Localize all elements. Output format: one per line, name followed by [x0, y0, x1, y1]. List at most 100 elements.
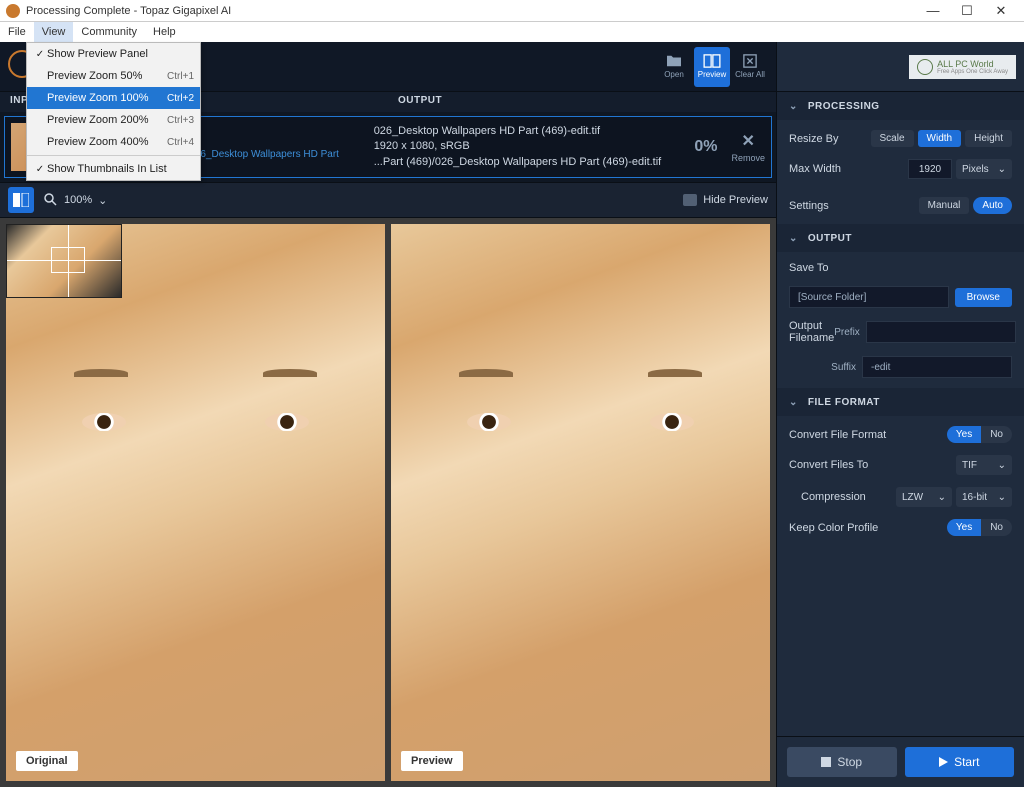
- settings-segmented: Manual Auto: [915, 197, 1012, 214]
- check-icon: ✓: [33, 49, 47, 60]
- menu-zoom-200[interactable]: Preview Zoom 200% Ctrl+3: [27, 109, 200, 131]
- convert-ff-no[interactable]: No: [981, 426, 1012, 443]
- preview-icon: [703, 54, 721, 68]
- play-icon: [939, 757, 948, 767]
- menu-view[interactable]: View: [34, 22, 74, 42]
- panel-top: ALL PC World Free Apps One Click Away: [777, 42, 1024, 92]
- minimize-button[interactable]: —: [916, 3, 950, 18]
- original-label: Original: [16, 751, 78, 771]
- preview-button[interactable]: Preview: [694, 47, 730, 87]
- start-button[interactable]: Start: [905, 747, 1015, 777]
- keep-profile-label: Keep Color Profile: [789, 522, 947, 534]
- save-folder-input[interactable]: [789, 286, 949, 308]
- folder-icon: [665, 54, 683, 68]
- keep-profile-toggle: Yes No: [947, 519, 1012, 536]
- progress-percent: 0%: [694, 138, 717, 156]
- window-title: Processing Complete - Topaz Gigapixel AI: [26, 5, 916, 17]
- bitdepth-select[interactable]: 16-bit ⌄: [956, 487, 1012, 507]
- open-button[interactable]: Open: [656, 47, 692, 87]
- output-filename: 026_Desktop Wallpapers HD Part (469)-edi…: [374, 124, 681, 139]
- action-buttons: Stop Start: [777, 736, 1024, 787]
- convert-ff-yes[interactable]: Yes: [947, 426, 981, 443]
- max-width-label: Max Width: [789, 163, 908, 175]
- title-bar: Processing Complete - Topaz Gigapixel AI…: [0, 0, 1024, 22]
- remove-button[interactable]: ✕ Remove: [732, 131, 766, 163]
- resize-scale[interactable]: Scale: [871, 130, 914, 147]
- resize-by-segmented: Scale Width Height: [867, 130, 1012, 147]
- menu-zoom-400[interactable]: Preview Zoom 400% Ctrl+4: [27, 131, 200, 153]
- suffix-label: Suffix: [816, 362, 856, 373]
- chevron-down-icon: ⌄: [998, 492, 1006, 503]
- menu-file[interactable]: File: [0, 22, 34, 42]
- viewport-box[interactable]: [51, 247, 85, 273]
- output-path: ...Part (469)/026_Desktop Wallpapers HD …: [374, 155, 681, 170]
- settings-panel: ALL PC World Free Apps One Click Away ⌄ …: [776, 42, 1024, 787]
- chevron-down-icon: ⌄: [998, 164, 1006, 175]
- suffix-input[interactable]: [862, 356, 1012, 378]
- chevron-down-icon: ⌄: [998, 460, 1006, 471]
- hide-preview-button[interactable]: Hide Preview: [683, 194, 768, 206]
- format-section-header[interactable]: ⌄ FILE FORMAT: [777, 388, 1024, 416]
- chevron-down-icon: ⌄: [789, 233, 798, 244]
- max-width-input[interactable]: [908, 159, 952, 179]
- maximize-button[interactable]: ☐: [950, 3, 984, 19]
- keep-profile-yes[interactable]: Yes: [947, 519, 981, 536]
- settings-manual[interactable]: Manual: [919, 197, 970, 214]
- stop-button[interactable]: Stop: [787, 747, 897, 777]
- convert-ff-toggle: Yes No: [947, 426, 1012, 443]
- original-image[interactable]: Original: [6, 224, 385, 781]
- prefix-input[interactable]: [866, 321, 1016, 343]
- output-section: Save To Browse Output Filename Prefix Su…: [777, 252, 1024, 388]
- resize-height[interactable]: Height: [965, 130, 1012, 147]
- settings-label: Settings: [789, 200, 915, 212]
- convert-to-label: Convert Files To: [789, 459, 956, 471]
- chevron-down-icon: ⌄: [789, 101, 798, 112]
- units-select[interactable]: Pixels ⌄: [956, 159, 1012, 179]
- magnifier-icon: [44, 193, 58, 207]
- view-dropdown: ✓ Show Preview Panel Preview Zoom 50% Ct…: [26, 42, 201, 181]
- preview-image[interactable]: Preview: [391, 224, 770, 781]
- chevron-down-icon: ⌄: [938, 492, 946, 503]
- convert-ff-label: Convert File Format: [789, 429, 947, 441]
- menu-community[interactable]: Community: [73, 22, 145, 42]
- settings-auto[interactable]: Auto: [973, 197, 1012, 214]
- preview-toolbar: 100% ⌄ Hide Preview: [0, 182, 776, 218]
- clear-all-button[interactable]: Clear All: [732, 47, 768, 87]
- menu-help[interactable]: Help: [145, 22, 184, 42]
- split-icon: [13, 193, 29, 207]
- menu-zoom-100[interactable]: Preview Zoom 100% Ctrl+2: [27, 87, 200, 109]
- convert-to-select[interactable]: TIF ⌄: [956, 455, 1012, 475]
- chevron-down-icon: ⌄: [98, 194, 107, 207]
- check-icon: ✓: [33, 164, 47, 175]
- output-section-header[interactable]: ⌄ OUTPUT: [777, 224, 1024, 252]
- prefix-label: Prefix: [834, 327, 860, 338]
- preview-area: Original Preview: [0, 218, 776, 787]
- resize-by-label: Resize By: [789, 133, 867, 145]
- navigator-thumbnail[interactable]: [6, 224, 122, 298]
- processing-section: Resize By Scale Width Height Max Width P…: [777, 120, 1024, 224]
- keep-profile-no[interactable]: No: [981, 519, 1012, 536]
- resize-width[interactable]: Width: [918, 130, 962, 147]
- menu-show-preview-panel[interactable]: ✓ Show Preview Panel: [27, 43, 200, 65]
- chevron-down-icon: ⌄: [789, 397, 798, 408]
- watermark-badge: ALL PC World Free Apps One Click Away: [909, 55, 1016, 79]
- stop-icon: [821, 757, 831, 767]
- menu-bar: File View Community Help: [0, 22, 1024, 42]
- menu-zoom-50[interactable]: Preview Zoom 50% Ctrl+1: [27, 65, 200, 87]
- menu-separator: [27, 155, 200, 156]
- close-button[interactable]: ✕: [984, 3, 1018, 19]
- output-file-info: 026_Desktop Wallpapers HD Part (469)-edi…: [374, 124, 681, 170]
- output-filename-label: Output Filename: [789, 320, 834, 344]
- output-header: OUTPUT: [388, 92, 452, 112]
- compare-mode-button[interactable]: [8, 187, 34, 213]
- panel-icon: [683, 194, 697, 206]
- format-section: Convert File Format Yes No Convert Files…: [777, 416, 1024, 546]
- processing-section-header[interactable]: ⌄ PROCESSING: [777, 92, 1024, 120]
- browse-button[interactable]: Browse: [955, 288, 1012, 307]
- compression-select[interactable]: LZW ⌄: [896, 487, 952, 507]
- menu-show-thumbnails[interactable]: ✓ Show Thumbnails In List: [27, 158, 200, 180]
- save-to-label: Save To: [789, 262, 1012, 274]
- preview-label: Preview: [401, 751, 463, 771]
- output-meta: 1920 x 1080, sRGB: [374, 139, 681, 154]
- zoom-control[interactable]: 100% ⌄: [44, 193, 107, 207]
